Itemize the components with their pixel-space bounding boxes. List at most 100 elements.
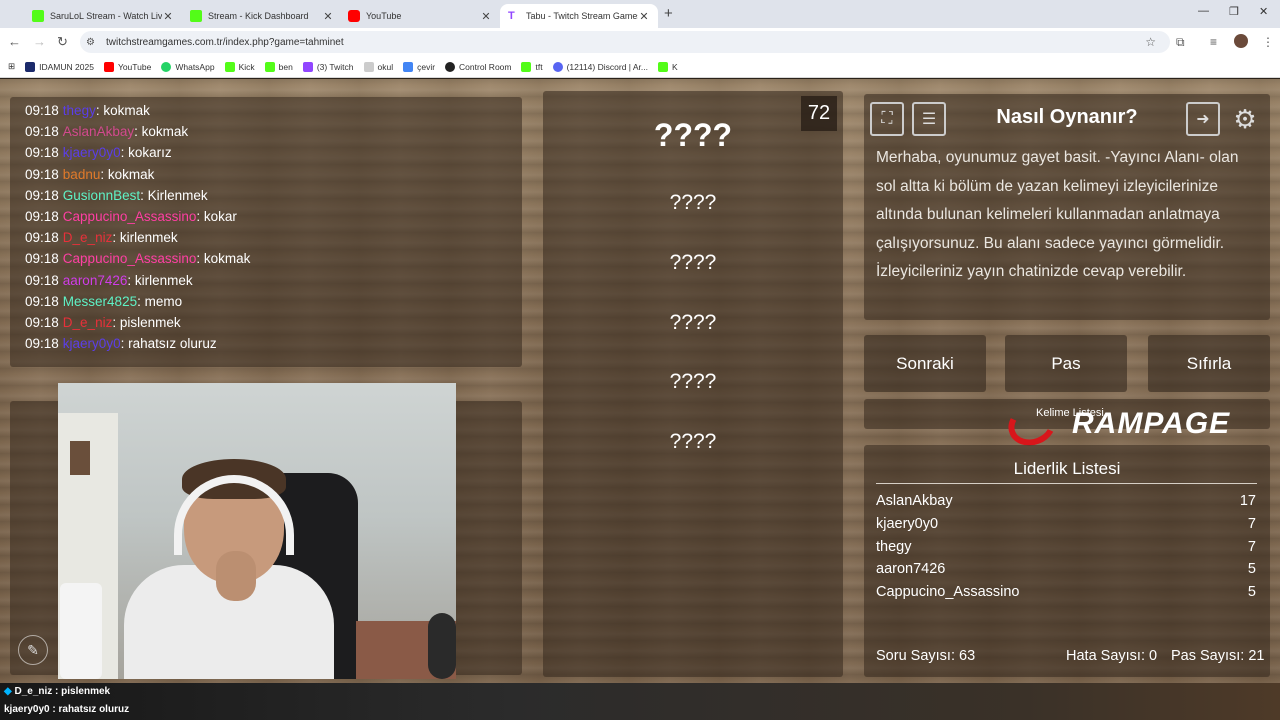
forward-icon[interactable]: → (33, 34, 46, 49)
minimize-icon[interactable]: — (1198, 5, 1209, 17)
kick-icon (521, 61, 532, 72)
tab-youtube[interactable]: YouTube ✕ (340, 4, 500, 28)
site-info-icon[interactable]: ⚙ (86, 37, 106, 48)
overlay-text: : pislenmek (52, 686, 111, 697)
bookmark-whatsapp[interactable]: WhatsApp (161, 61, 215, 72)
word-card: ???? ???? ???? ???? ???? ???? (543, 91, 843, 677)
tab-kick-stream[interactable]: SaruLoL Stream - Watch Live on ✕ (24, 4, 182, 28)
tab-title: Tabu - Twitch Stream Games (526, 11, 638, 21)
bookmark-kick[interactable]: Kick (224, 61, 255, 72)
media-icon[interactable]: ≡ (1210, 35, 1217, 49)
info-icon: ◆ (4, 686, 12, 697)
bookmark-label: tft (535, 61, 543, 72)
chat-username: Cappucino_Assassino (62, 209, 197, 225)
chat-message: 09:18 AslanAkbay: kokmak (25, 121, 522, 142)
overlay-username: D_e_niz (14, 686, 53, 697)
toolbar: ← → ↻ ⚙ twitchstreamgames.com.tr/index.p… (0, 28, 1280, 56)
bookmark-tft[interactable]: tft (521, 61, 543, 72)
bookmark-label: ben (278, 61, 293, 72)
forbidden-word: ???? (669, 370, 717, 393)
chat-text: : kirlenmek (127, 272, 193, 288)
chat-time: 09:18 (25, 230, 59, 246)
chat-message: 09:18 Cappucino_Assassino: kokar (25, 206, 522, 227)
chat-time: 09:18 (25, 209, 59, 225)
profile-avatar[interactable] (1234, 34, 1248, 48)
folder-icon (363, 61, 374, 72)
streamer (124, 455, 334, 679)
menu-icon[interactable]: ⋮ (1262, 35, 1274, 49)
back-icon[interactable]: ← (8, 34, 21, 49)
apps-icon[interactable]: ⊞ (8, 61, 15, 72)
chat-username: D_e_niz (62, 315, 113, 331)
bookmark-star-icon[interactable]: ☆ (1145, 35, 1156, 49)
bookmark-label: okul (377, 61, 394, 72)
webcam-feed (58, 383, 456, 679)
leaderboard-row: thegy 7 (876, 539, 1256, 559)
bookmark-twitch[interactable]: (3) Twitch (302, 61, 354, 72)
bookmark-label: Kick (238, 61, 255, 72)
chat-username: aaron7426 (62, 272, 128, 288)
kick-icon (224, 61, 235, 72)
extensions-icon[interactable]: ⧉ (1176, 35, 1185, 50)
bookmark-discord[interactable]: (12114) Discord | Ar... (552, 61, 648, 72)
close-icon[interactable]: ✕ (638, 10, 650, 23)
chat-message: 09:18 aaron7426: kirlenmek (25, 270, 522, 291)
how-to-play-text: Merhaba, oyunumuz gayet basit. -Yayıncı … (876, 149, 1239, 280)
reload-icon[interactable]: ↻ (57, 34, 68, 50)
tab-tabu[interactable]: T Tabu - Twitch Stream Games ✕ (500, 4, 658, 28)
bookmark-label: çevir (417, 61, 436, 72)
reset-button[interactable]: Sıfırla (1148, 335, 1270, 392)
close-icon[interactable]: ✕ (162, 10, 174, 23)
bookmark-okul[interactable]: okul (363, 61, 394, 72)
bookmark-label: IDAMUN 2025 (39, 61, 94, 72)
wall-picture (70, 441, 90, 475)
chat-message: 09:18 thegy: kokmak (25, 100, 522, 121)
bookmark-label: (3) Twitch (316, 61, 354, 72)
leaderboard-row: aaron7426 5 (876, 561, 1256, 581)
error-count: Hata Sayısı: 0 (1066, 648, 1158, 664)
pass-count: Pas Sayısı: 21 (1171, 648, 1265, 664)
address-bar[interactable]: ⚙ twitchstreamgames.com.tr/index.php?gam… (80, 31, 1170, 53)
overlay-text: : rahatsız oluruz (49, 704, 130, 715)
chat-time: 09:18 (25, 293, 59, 309)
rampage-logo: RAMPAGE (1002, 397, 1274, 453)
tab-title: YouTube (366, 11, 402, 21)
chat-message: 09:18 kjaery0y0: kokarız (25, 142, 522, 163)
bookmark-k[interactable]: K (658, 61, 678, 72)
chat-text: : memo (137, 293, 183, 309)
air-purifier (60, 583, 102, 679)
chat-text: : kokmak (100, 166, 155, 182)
youtube-icon (103, 61, 114, 72)
overlay-chat-line: kjaery0y0 : rahatsız oluruz (4, 704, 129, 715)
exit-icon[interactable]: ➜ (1186, 102, 1220, 136)
whatsapp-icon (161, 61, 172, 72)
leaderboard-row: kjaery0y0 7 (876, 516, 1256, 536)
player-score: 5 (1247, 584, 1256, 600)
bookmark-idamun[interactable]: IDAMUN 2025 (25, 61, 94, 72)
kick-icon (190, 10, 202, 22)
chat-time: 09:18 (25, 145, 59, 161)
pass-button[interactable]: Pas (1005, 335, 1127, 392)
close-icon[interactable]: ✕ (322, 10, 334, 23)
close-icon[interactable]: ✕ (480, 10, 492, 23)
forbidden-word: ???? (669, 251, 717, 274)
next-button[interactable]: Sonraki (864, 335, 986, 392)
player-name: aaron7426 (876, 561, 946, 577)
tab-strip: SaruLoL Stream - Watch Live on ✕ Stream … (0, 0, 1280, 28)
bookmark-ben[interactable]: ben (264, 61, 293, 72)
new-tab-button[interactable]: + (664, 5, 673, 22)
gear-icon[interactable]: ⚙ (1228, 102, 1262, 136)
restore-icon[interactable]: ❐ (1229, 5, 1239, 18)
chat-text: : kirlenmek (112, 230, 178, 246)
chat-text: : pislenmek (112, 315, 181, 331)
bookmark-label: Control Room (459, 61, 512, 72)
wand-icon[interactable]: ✎ (18, 635, 48, 665)
discord-icon (552, 61, 563, 72)
tab-kick-dashboard[interactable]: Stream - Kick Dashboard ✕ (182, 4, 342, 28)
overlay-chat-line: ◆ D_e_niz : pislenmek (4, 686, 110, 697)
bookmark-control-room[interactable]: Control Room (445, 61, 512, 72)
close-window-icon[interactable]: ✕ (1259, 5, 1268, 18)
bookmark-cevir[interactable]: çevir (403, 61, 436, 72)
tab-title: Stream - Kick Dashboard (208, 11, 309, 21)
bookmark-youtube[interactable]: YouTube (103, 61, 151, 72)
